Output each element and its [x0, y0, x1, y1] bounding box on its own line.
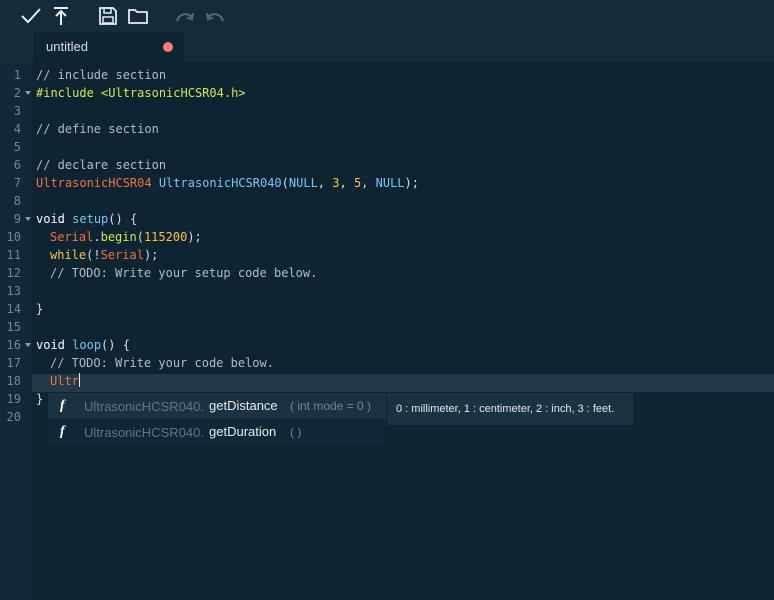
line-number: 8: [13, 194, 21, 208]
keyword: while: [50, 248, 87, 262]
function-kind-icon: f: [60, 424, 65, 439]
punct: .: [93, 230, 101, 244]
upload-button[interactable]: [48, 4, 74, 28]
null-arg: NULL: [288, 176, 318, 190]
autocomplete-item[interactable]: f UltrasonicHCSR040. getDuration ( ): [48, 419, 386, 445]
suggestion-object: UltrasonicHCSR040.: [84, 425, 204, 440]
line-number: 7: [13, 176, 21, 190]
class-name: UltrasonicHCSR04: [36, 176, 152, 190]
number-arg: 115200: [143, 230, 188, 244]
punct: );: [404, 176, 419, 190]
line-number: 15: [6, 320, 21, 334]
tab-untitled[interactable]: untitled: [34, 32, 184, 62]
punct: (: [136, 230, 144, 244]
code-line-6: // declare section: [36, 158, 167, 172]
line-number: 3: [13, 104, 21, 118]
punct: () {: [108, 212, 138, 226]
save-button[interactable]: [95, 4, 121, 28]
code-line-7: UltrasonicHCSR04 UltrasonicHCSR040(NULL,…: [36, 174, 419, 192]
suggestion-object: UltrasonicHCSR040.: [84, 399, 204, 414]
upload-icon: [54, 7, 68, 25]
line-number: 9: [13, 212, 21, 226]
punct: ,: [339, 176, 354, 190]
suggestion-method: getDistance: [209, 398, 278, 413]
redo-icon: [176, 12, 194, 22]
code-line-16: void loop() {: [36, 336, 130, 354]
suggestion-method: getDuration: [209, 424, 277, 439]
line-number: 18: [6, 374, 21, 388]
code-line-19: }: [36, 392, 44, 406]
suggestion-args: ( ): [290, 425, 302, 439]
verify-button[interactable]: [18, 4, 44, 28]
null-arg: NULL: [375, 176, 405, 190]
function-name: begin: [100, 230, 137, 244]
line-number: 6: [13, 158, 21, 172]
save-icon: [99, 7, 117, 25]
undo-button[interactable]: [202, 4, 228, 28]
code-line-18: Ultr: [50, 372, 80, 390]
punct: );: [143, 248, 159, 262]
parameter-hint-tooltip: 0 : millimeter, 1 : centimeter, 2 : inch…: [387, 393, 633, 425]
punct: );: [187, 230, 202, 244]
punct: ,: [361, 176, 376, 190]
folder-icon: [128, 9, 148, 24]
line-number: 5: [13, 140, 21, 154]
fold-arrow-icon[interactable]: [25, 343, 31, 347]
object-name: Serial: [50, 230, 94, 244]
active-line-highlight: [32, 374, 774, 392]
tab-bar: untitled: [0, 32, 774, 62]
open-button[interactable]: [125, 4, 151, 28]
suggestion-args: ( int mode = 0 ): [290, 399, 372, 413]
function-name: loop: [72, 338, 102, 352]
code-line-1: // include section: [36, 68, 167, 82]
line-number: 19: [6, 392, 21, 406]
object-name: UltrasonicHCSR040: [158, 176, 282, 190]
fold-arrow-icon[interactable]: [25, 217, 31, 221]
fold-arrow-icon[interactable]: [25, 91, 31, 95]
typed-text: Ultr: [50, 374, 79, 388]
function-kind-icon: f: [60, 398, 65, 413]
code-line-2: #include <UltrasonicHCSR04.h>: [36, 86, 246, 100]
code-line-14: }: [36, 302, 44, 316]
line-number: 11: [6, 248, 21, 262]
toolbar: [0, 0, 774, 32]
object-name: Serial: [100, 248, 144, 262]
punct: () {: [101, 338, 130, 352]
tab-label: untitled: [46, 39, 88, 54]
punct: ,: [317, 176, 333, 190]
line-number-gutter: 1 2 3 4 5 6 7 8 9 10 11 12 13 14 15 16 1…: [0, 62, 32, 600]
keyword: void: [36, 338, 65, 352]
line-number: 20: [6, 410, 21, 424]
redo-button[interactable]: [172, 4, 198, 28]
unsaved-dot-icon[interactable]: [163, 42, 173, 52]
code-line-11: while(!Serial);: [50, 246, 158, 264]
punct: (: [281, 176, 289, 190]
function-name: setup: [72, 212, 109, 226]
punct: (!: [86, 248, 101, 262]
code-line-17: // TODO: Write your code below.: [50, 356, 274, 370]
autocomplete-popup: f UltrasonicHCSR040. getDistance ( int m…: [48, 393, 386, 445]
autocomplete-item[interactable]: f UltrasonicHCSR040. getDistance ( int m…: [48, 393, 386, 419]
code-line-4: // define section: [36, 122, 159, 136]
line-number: 16: [6, 338, 21, 352]
line-number: 4: [13, 122, 21, 136]
keyword: void: [36, 212, 65, 226]
check-icon: [21, 8, 41, 24]
line-number: 12: [6, 266, 21, 280]
undo-icon: [206, 12, 224, 22]
text-cursor: [78, 373, 80, 387]
line-number: 2: [13, 86, 21, 100]
line-number: 10: [6, 230, 21, 244]
code-line-12: // TODO: Write your setup code below.: [50, 266, 318, 280]
line-number: 14: [6, 302, 21, 316]
line-number: 17: [6, 356, 21, 370]
code-line-9: void setup() {: [36, 210, 137, 228]
line-number: 1: [13, 68, 21, 82]
line-number: 13: [6, 284, 21, 298]
code-line-10: Serial.begin(115200);: [50, 228, 202, 246]
